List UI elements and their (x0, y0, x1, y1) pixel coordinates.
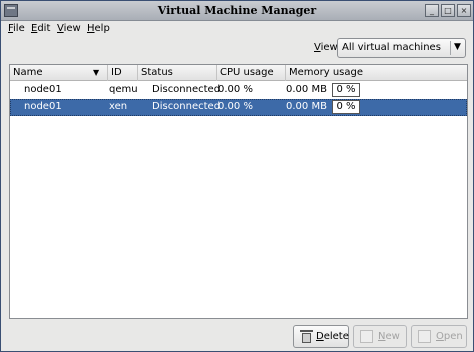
cell-id: xen (109, 101, 128, 112)
column-header-cpu[interactable]: CPU usage (217, 65, 286, 81)
menu-file[interactable]: File (8, 23, 25, 34)
new-icon (360, 330, 373, 343)
menu-view[interactable]: View (57, 23, 81, 34)
cell-cpu: 0.00 % (218, 84, 253, 95)
close-icon[interactable]: × (457, 4, 471, 17)
cell-status: Disconnected (152, 101, 221, 112)
table-row[interactable]: node01 xen Disconnected 0.00 % 0.00 MB 0… (10, 99, 467, 116)
cell-name: node01 (24, 101, 62, 112)
column-header-name[interactable]: Name ▼ (10, 65, 108, 81)
menu-help[interactable]: Help (87, 23, 110, 34)
view-filter-value: All virtual machines (342, 42, 441, 53)
table-row[interactable]: node01 qemu Disconnected 0.00 % 0.00 MB … (10, 82, 467, 99)
maximize-icon[interactable]: □ (441, 4, 455, 17)
cell-memory: 0.00 MB (286, 101, 327, 112)
table-header: Name ▼ ID Status CPU usage Memory usage (10, 65, 467, 81)
menu-edit[interactable]: Edit (31, 23, 50, 34)
cell-name: node01 (24, 84, 62, 95)
vm-list-table[interactable]: Name ▼ ID Status CPU usage Memory usage … (9, 64, 468, 319)
view-filter-select[interactable]: All virtual machines ▼ (337, 38, 466, 58)
cell-id: qemu (109, 84, 138, 95)
app-window: Virtual Machine Manager _ □ × File Edit … (0, 0, 474, 352)
title-bar[interactable]: Virtual Machine Manager _ □ × (1, 1, 473, 21)
minimize-icon[interactable]: _ (425, 4, 439, 17)
memory-usage-bar: 0 % (332, 100, 360, 114)
button-bar: Delete New Open (1, 323, 473, 351)
cell-cpu: 0.00 % (218, 101, 253, 112)
menu-bar: File Edit View Help (1, 21, 473, 39)
chevron-down-icon: ▼ (454, 42, 461, 52)
open-icon (418, 330, 431, 343)
trash-icon (300, 329, 313, 344)
window-title: Virtual Machine Manager (157, 4, 317, 17)
cell-memory: 0.00 MB (286, 84, 327, 95)
new-button[interactable]: New (353, 325, 407, 348)
column-header-memory[interactable]: Memory usage (286, 65, 467, 81)
memory-usage-bar: 0 % (332, 83, 360, 97)
open-button[interactable]: Open (411, 325, 467, 348)
column-header-id[interactable]: ID (108, 65, 138, 81)
cell-status: Disconnected (152, 84, 221, 95)
combo-separator (450, 41, 451, 55)
delete-button[interactable]: Delete (293, 325, 349, 348)
sort-descending-icon: ▼ (93, 68, 100, 77)
column-header-status[interactable]: Status (138, 65, 217, 81)
